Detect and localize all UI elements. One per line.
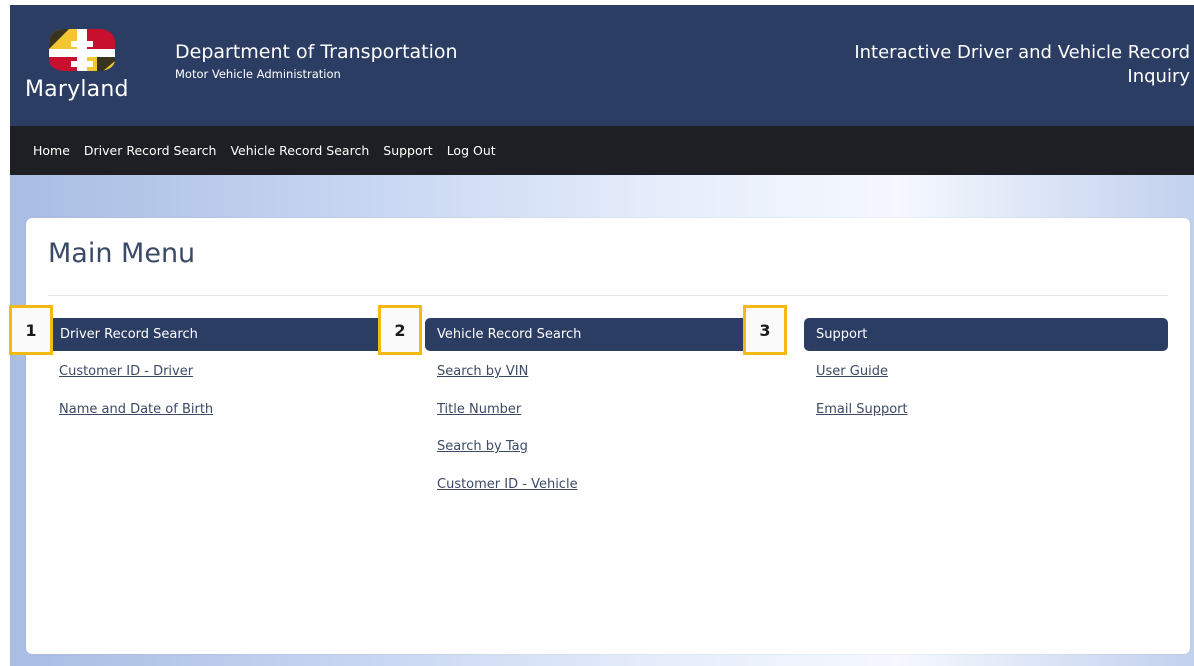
department-subtitle: Motor Vehicle Administration — [175, 67, 341, 81]
title-divider — [48, 295, 1168, 296]
section-heading-vehicle-record-search: Vehicle Record Search — [425, 318, 781, 351]
nav-vehicle-record-search[interactable]: Vehicle Record Search — [230, 143, 369, 158]
maryland-flag-icon — [49, 29, 115, 71]
page-title: Main Menu — [48, 238, 196, 269]
callout-badge-1: 1 — [9, 305, 53, 355]
link-email-support[interactable]: Email Support — [816, 402, 908, 417]
nav-home[interactable]: Home — [33, 143, 70, 158]
link-customer-id-driver[interactable]: Customer ID - Driver — [59, 364, 193, 379]
link-title-number[interactable]: Title Number — [437, 402, 521, 417]
app-title: Interactive Driver and Vehicle Record In… — [854, 42, 1190, 87]
link-search-by-tag[interactable]: Search by Tag — [437, 439, 528, 454]
department-title: Department of Transportation — [175, 41, 458, 63]
nav-support[interactable]: Support — [383, 143, 432, 158]
logo-text: Maryland — [25, 77, 129, 102]
link-name-and-date-of-birth[interactable]: Name and Date of Birth — [59, 402, 213, 417]
main-menu-card: Main Menu Driver Record Search Customer … — [26, 218, 1190, 654]
top-nav: Home Driver Record Search Vehicle Record… — [10, 126, 1194, 175]
section-heading-support: Support — [804, 318, 1168, 351]
callout-badge-2: 2 — [378, 305, 422, 355]
link-user-guide[interactable]: User Guide — [816, 364, 888, 379]
link-customer-id-vehicle[interactable]: Customer ID - Vehicle — [437, 477, 578, 492]
nav-log-out[interactable]: Log Out — [447, 143, 496, 158]
page-frame: Maryland Department of Transportation Mo… — [0, 0, 1194, 666]
maryland-logo[interactable]: Maryland — [25, 21, 155, 111]
section-heading-driver-record-search: Driver Record Search — [48, 318, 403, 351]
link-search-by-vin[interactable]: Search by VIN — [437, 364, 528, 379]
callout-badge-3: 3 — [743, 305, 787, 355]
site-header: Maryland Department of Transportation Mo… — [10, 5, 1194, 126]
nav-driver-record-search[interactable]: Driver Record Search — [84, 143, 217, 158]
